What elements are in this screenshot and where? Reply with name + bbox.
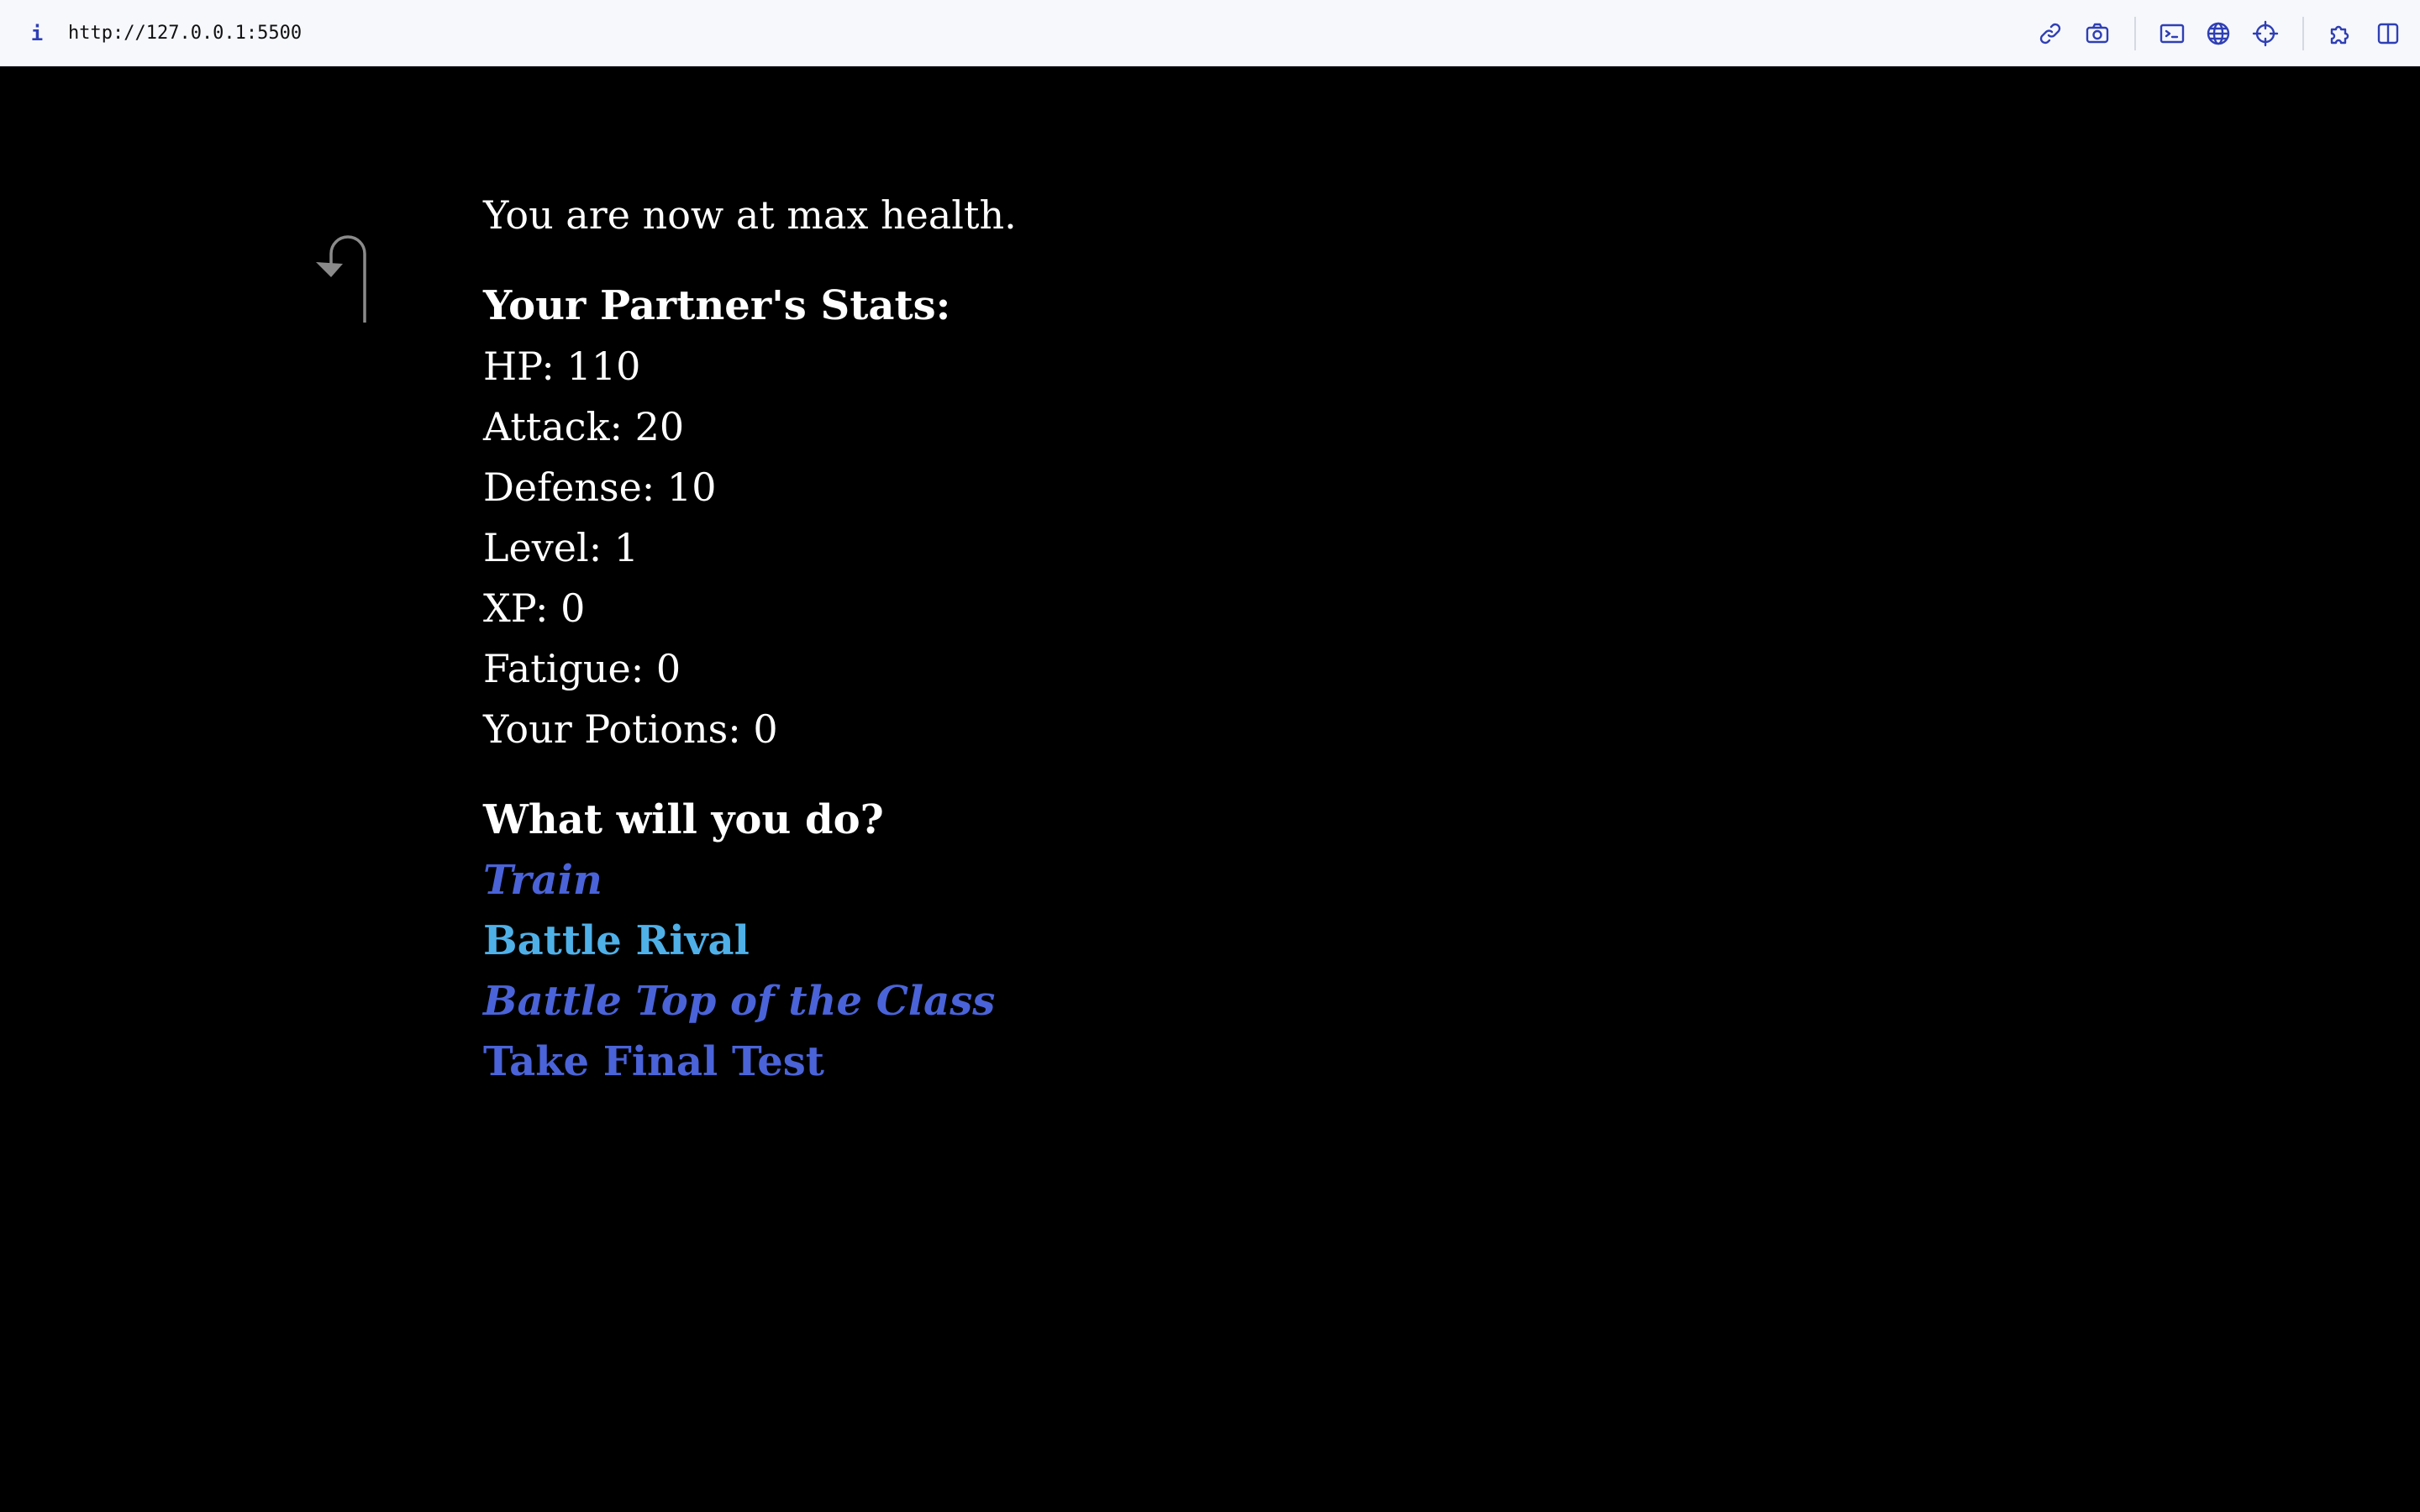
story-passage: You are now at max health. Your Partner'… [483, 185, 1660, 1092]
toolbar-separator [2134, 17, 2136, 50]
stat-fatigue: Fatigue: 0 [483, 646, 681, 691]
terminal-icon[interactable] [2155, 17, 2189, 50]
stat-level: Level: 1 [483, 525, 639, 570]
browser-toolbar: i http://127.0.0.1:5500 [0, 0, 2420, 66]
link-icon[interactable] [2033, 17, 2067, 50]
battle-top-of-class-link[interactable]: Battle Top of the Class [483, 971, 1660, 1032]
stat-attack: Attack: 20 [483, 404, 685, 449]
train-link[interactable]: Train [483, 850, 1660, 911]
toolbar-separator [2302, 17, 2304, 50]
undo-arrow-icon[interactable] [309, 223, 370, 391]
stat-potions: Your Potions: 0 [483, 706, 778, 752]
globe-icon[interactable] [2202, 17, 2235, 50]
info-icon[interactable]: i [29, 18, 45, 49]
stat-hp: HP: 110 [483, 344, 641, 389]
action-prompt: What will you do? [483, 796, 884, 843]
address-bar[interactable]: http://127.0.0.1:5500 [68, 18, 302, 49]
battle-rival-link[interactable]: Battle Rival [483, 911, 1660, 971]
stat-xp: XP: 0 [483, 585, 586, 631]
camera-icon[interactable] [2081, 17, 2114, 50]
status-message: You are now at max health. [483, 192, 1017, 238]
take-final-test-link[interactable]: Take Final Test [483, 1032, 1660, 1092]
extension-icon[interactable] [2323, 17, 2357, 50]
stat-defense: Defense: 10 [483, 465, 717, 510]
stats-heading: Your Partner's Stats: [483, 282, 951, 329]
split-view-icon[interactable] [2371, 17, 2405, 50]
crosshair-icon[interactable] [2249, 17, 2282, 50]
